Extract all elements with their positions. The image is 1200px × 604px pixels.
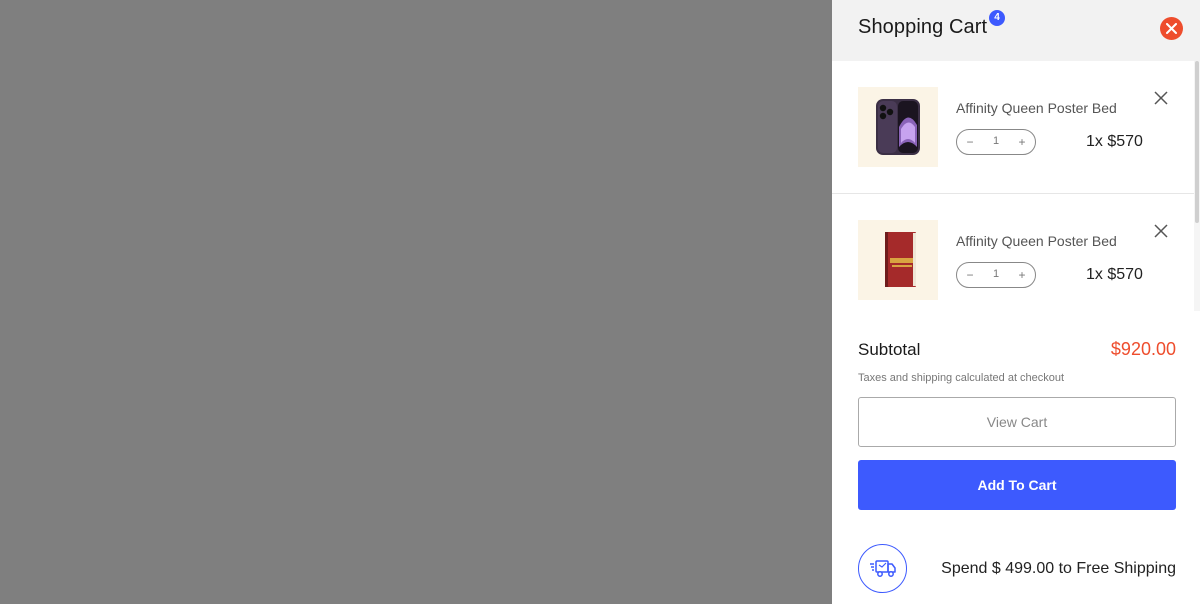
close-cart-button[interactable]	[1160, 17, 1183, 40]
cart-title: Shopping Cart	[858, 16, 988, 38]
cart-header: Shopping Cart 4	[832, 0, 1200, 61]
product-image[interactable]	[858, 87, 938, 167]
close-icon	[1154, 224, 1168, 238]
view-cart-button[interactable]: View Cart	[858, 397, 1176, 447]
cart-count-badge: 4	[989, 10, 1005, 26]
phone-product-image	[876, 99, 920, 155]
quantity-stepper: − 1 +	[956, 129, 1036, 155]
book-product-image	[885, 232, 916, 287]
close-icon	[1166, 23, 1177, 34]
item-name[interactable]: Affinity Queen Poster Bed	[956, 233, 1117, 249]
quantity-value[interactable]: 1	[985, 268, 1007, 280]
cart-item-list: Affinity Queen Poster Bed − 1 + 1x $570	[832, 61, 1200, 311]
decrease-quantity-button[interactable]: −	[961, 133, 979, 151]
subtotal-value: $920.00	[1110, 339, 1176, 359]
quantity-value[interactable]: 1	[985, 135, 1007, 147]
cart-drawer: Shopping Cart 4 Affinity Queen Poster Be…	[832, 0, 1200, 604]
close-icon	[1154, 91, 1168, 105]
item-price: 1x $570	[1086, 266, 1143, 283]
cart-scrollbar[interactable]	[1194, 61, 1200, 311]
subtotal-label: Subtotal	[858, 340, 921, 359]
quantity-stepper: − 1 +	[956, 262, 1036, 288]
cart-item: Affinity Queen Poster Bed − 1 + 1x $570	[832, 194, 1194, 311]
tax-note: Taxes and shipping calculated at checkou…	[858, 372, 1065, 384]
scrollbar-thumb[interactable]	[1195, 61, 1199, 223]
delivery-truck-icon	[858, 544, 907, 593]
decrease-quantity-button[interactable]: −	[961, 266, 979, 284]
remove-item-button[interactable]	[1153, 90, 1169, 106]
free-shipping-message: Spend $ 499.00 to Free Shipping	[941, 560, 1176, 577]
cart-summary: Subtotal $920.00 Taxes and shipping calc…	[832, 311, 1200, 604]
increase-quantity-button[interactable]: +	[1013, 133, 1031, 151]
remove-item-button[interactable]	[1153, 223, 1169, 239]
cart-item: Affinity Queen Poster Bed − 1 + 1x $570	[832, 61, 1194, 194]
add-to-cart-button[interactable]: Add To Cart	[858, 460, 1176, 510]
product-image[interactable]	[858, 220, 938, 300]
page-overlay[interactable]	[0, 0, 832, 604]
item-price: 1x $570	[1086, 133, 1143, 150]
item-name[interactable]: Affinity Queen Poster Bed	[956, 100, 1117, 116]
increase-quantity-button[interactable]: +	[1013, 266, 1031, 284]
